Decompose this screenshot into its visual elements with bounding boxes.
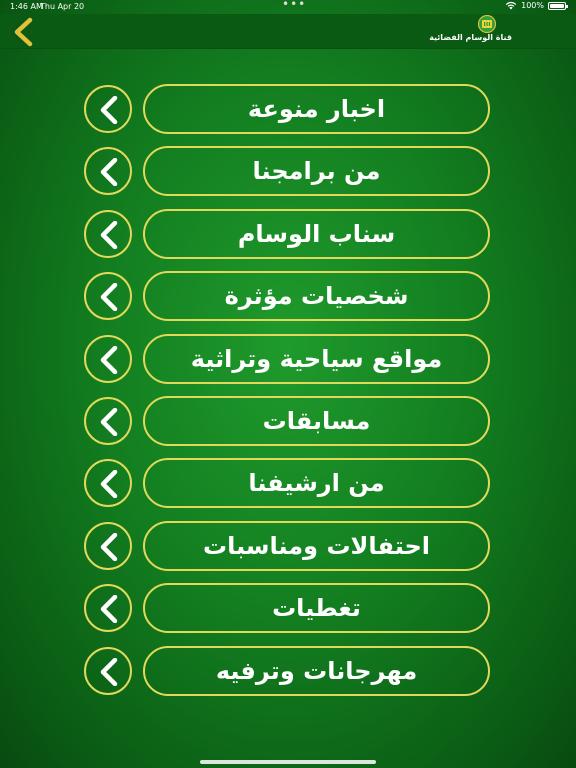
chevron-left-icon <box>100 96 118 124</box>
home-indicator[interactable] <box>200 760 376 764</box>
status-right: 100% <box>505 1 568 10</box>
menu-item[interactable]: سناب الوسام <box>143 208 490 259</box>
nav-bar: قناة الوسام الفضائية <box>0 14 576 49</box>
chevron-left-icon <box>100 407 118 436</box>
wifi-icon <box>505 1 517 10</box>
open-item-button[interactable] <box>84 646 132 695</box>
menu-row: من برامجنا <box>84 146 492 198</box>
chevron-left-icon <box>100 283 118 312</box>
open-item-button[interactable] <box>84 396 132 445</box>
menu-item[interactable]: اخبار منوعة <box>143 84 490 134</box>
open-item-button[interactable] <box>84 459 132 508</box>
menu-item[interactable]: مسابقات <box>143 395 490 446</box>
menu-row: احتفالات ومناسبات <box>84 520 492 573</box>
chevron-left-icon <box>100 595 118 624</box>
menu-row: شخصيات مؤثرة <box>84 271 492 323</box>
menu-item-label: مهرجانات وترفيه <box>215 656 418 685</box>
menu-row: تغطيات <box>84 583 492 635</box>
menu-item[interactable]: تغطيات <box>143 583 490 634</box>
menu-row: سناب الوسام <box>84 208 492 261</box>
menu-item[interactable]: مواقع سياحية وتراثية <box>143 333 490 384</box>
chevron-left-icon <box>100 657 118 686</box>
battery-percent: 100% <box>521 1 544 10</box>
menu-row: من ارشيفنا <box>84 458 492 510</box>
menu-item-label: مسابقات <box>262 406 371 435</box>
chevron-left-icon <box>14 17 33 47</box>
menu-row: مواقع سياحية وتراثية <box>84 333 492 386</box>
chevron-left-icon <box>100 345 118 374</box>
menu-row: مهرجانات وترفيه <box>84 645 492 698</box>
channel-logo: قناة الوسام الفضائية <box>412 15 512 45</box>
menu-item-label: شخصيات مؤثرة <box>224 282 409 311</box>
logo-text: قناة الوسام الفضائية <box>429 33 512 42</box>
open-item-button[interactable] <box>84 85 132 133</box>
menu-row: مسابقات <box>84 395 492 448</box>
menu-item-label: سناب الوسام <box>237 219 396 248</box>
menu-item-label: من ارشيفنا <box>248 469 385 498</box>
status-time: 1:46 AM <box>10 2 43 11</box>
chevron-left-icon <box>100 470 118 499</box>
menu-item-label: تغطيات <box>272 594 361 623</box>
open-item-button[interactable] <box>84 334 132 383</box>
back-button[interactable] <box>10 17 38 47</box>
open-item-button[interactable] <box>84 147 132 196</box>
menu-item-label: اخبار منوعة <box>247 95 386 123</box>
open-item-button[interactable] <box>84 209 132 258</box>
open-item-button[interactable] <box>84 584 132 633</box>
menu-item-label: مواقع سياحية وتراثية <box>190 344 443 373</box>
status-bar: 1:46 AM Thu Apr 20 ••• 100% <box>0 0 576 14</box>
multitask-dots[interactable]: ••• <box>282 0 306 11</box>
menu-item[interactable]: من برامجنا <box>143 146 490 197</box>
chevron-left-icon <box>100 220 118 249</box>
open-item-button[interactable] <box>84 521 132 570</box>
status-date: Thu Apr 20 <box>40 2 85 11</box>
open-item-button[interactable] <box>84 272 132 321</box>
chevron-left-icon <box>100 158 118 187</box>
menu-row: اخبار منوعة <box>84 84 492 136</box>
menu-item-label: من برامجنا <box>252 157 381 186</box>
menu-item[interactable]: من ارشيفنا <box>143 458 490 509</box>
chevron-left-icon <box>100 532 118 561</box>
category-menu: اخبار منوعة من برامجنا سناب الوسام شخصيا… <box>84 84 492 708</box>
menu-item[interactable]: مهرجانات وترفيه <box>143 645 490 696</box>
menu-item[interactable]: شخصيات مؤثرة <box>143 271 490 322</box>
battery-icon <box>548 1 568 10</box>
menu-item-label: احتفالات ومناسبات <box>202 531 431 560</box>
logo-emblem-icon <box>477 15 497 33</box>
menu-item[interactable]: احتفالات ومناسبات <box>143 520 490 571</box>
